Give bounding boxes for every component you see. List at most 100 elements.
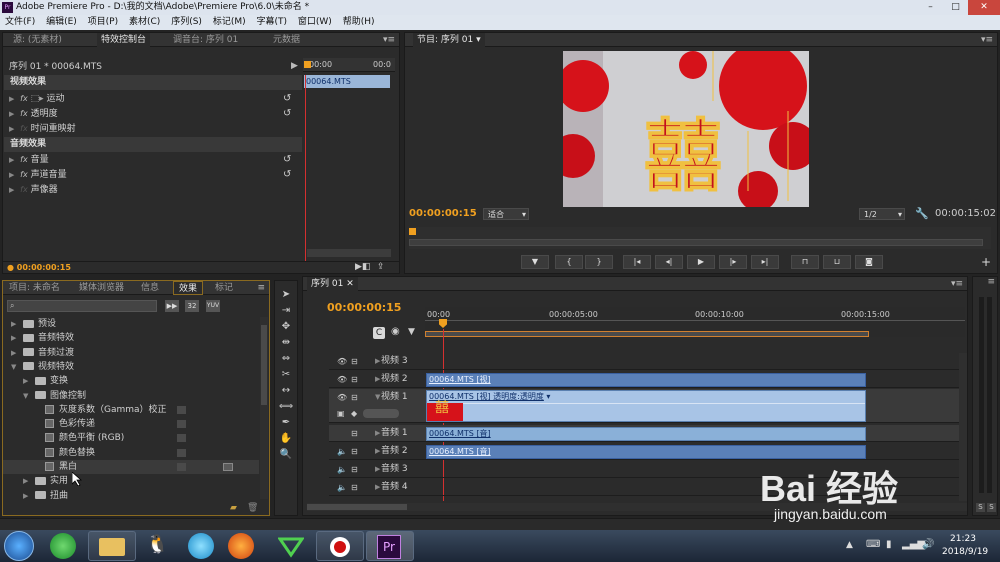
display-style-icon[interactable]: ▣ <box>337 409 346 418</box>
eye-icon[interactable]: 👁 <box>337 375 347 384</box>
clock-time[interactable]: 21:23 <box>950 534 976 544</box>
tab-metadata[interactable]: 元数据 <box>273 33 300 47</box>
firefox-icon[interactable] <box>228 533 254 559</box>
accelerated-icon[interactable]: ▶▶ <box>165 300 179 312</box>
program-timecode[interactable]: 00:00:00:15 <box>409 208 477 219</box>
start-button[interactable] <box>4 531 34 561</box>
menu-help[interactable]: 帮助(H) <box>343 17 375 27</box>
expand-arrow-icon[interactable]: ▶ <box>375 357 380 365</box>
qq-icon[interactable]: 🐧 <box>142 533 168 559</box>
effects-folder[interactable]: ▶ 预设 <box>3 317 259 331</box>
export-frame-button[interactable]: ◙ <box>855 255 883 269</box>
eye-icon[interactable]: 👁 <box>337 393 347 402</box>
fx-icon[interactable]: fx <box>20 155 28 164</box>
fx-icon[interactable]: fx <box>20 109 28 118</box>
hand-tool-icon[interactable]: ✋ <box>278 431 294 446</box>
timeline-h-scrollbar-thumb[interactable] <box>307 504 407 510</box>
lock-icon[interactable]: ⊟ <box>351 429 360 438</box>
close-button[interactable]: ✕ <box>968 0 1000 15</box>
rolling-edit-tool-icon[interactable]: ⇹ <box>278 335 294 350</box>
menu-marker[interactable]: 标记(M) <box>213 17 246 27</box>
lock-icon[interactable]: ⊟ <box>351 393 360 402</box>
maximize-button[interactable]: □ <box>943 0 968 15</box>
lift-button[interactable]: ⊓ <box>791 255 819 269</box>
expand-arrow-icon[interactable]: ▶ <box>9 156 14 164</box>
tab-project[interactable]: 项目: 未命名 <box>9 281 60 295</box>
lock-icon[interactable]: ⊟ <box>351 357 360 366</box>
battery-icon[interactable]: ▮ <box>886 539 892 550</box>
program-zoom-bar[interactable] <box>409 239 983 246</box>
expand-arrow-icon[interactable]: ▶ <box>9 110 14 118</box>
eye-icon[interactable]: 👁 <box>337 357 347 366</box>
clip-audio-1[interactable]: 00064.MTS [音] <box>426 427 866 441</box>
mark-in-button[interactable]: { <box>555 255 583 269</box>
timeline-ruler[interactable]: 00:00 00:00:05:00 00:00:10:00 00:00:15:0… <box>425 307 965 337</box>
panel-menu-icon[interactable]: ▾≡ <box>383 33 395 47</box>
mark-out-button[interactable]: } <box>585 255 613 269</box>
effects-folder[interactable]: ▶ 变换 <box>3 374 259 388</box>
export-icon[interactable]: ⇪ <box>377 262 385 272</box>
zoom-tool-icon[interactable]: 🔍 <box>278 447 294 462</box>
app-tri-icon[interactable] <box>277 533 305 559</box>
expand-arrow-icon[interactable]: ▶ <box>375 465 380 473</box>
keyframe-icon[interactable]: ◆ <box>351 409 360 418</box>
fx-icon[interactable]: fx <box>20 94 28 103</box>
effect-volume[interactable]: ▶ fx 音量 ↺ <box>9 152 299 167</box>
speaker-icon[interactable]: 🔈 <box>337 465 347 474</box>
panel-menu-icon[interactable]: ≡ <box>257 281 265 295</box>
speaker-icon[interactable]: 🔈 <box>337 483 347 492</box>
effect-preset[interactable]: 颜色平衡 (RGB) <box>3 431 259 445</box>
effect-time-remap[interactable]: ▶ fx 时间重映射 <box>9 121 299 136</box>
keyboard-icon[interactable]: ⌨ <box>866 539 880 550</box>
ec-ruler[interactable]: 00:00 00:0 <box>303 58 395 72</box>
slide-tool-icon[interactable]: ⟺ <box>278 399 294 414</box>
app-icon[interactable] <box>188 533 214 559</box>
menu-window[interactable]: 窗口(W) <box>298 17 332 27</box>
lock-icon[interactable]: ⊟ <box>351 375 360 384</box>
clock-date[interactable]: 2018/9/19 <box>942 547 988 557</box>
effects-folder[interactable]: ▼ 视频特效 <box>3 360 259 374</box>
effects-folder[interactable]: ▶ 音频过渡 <box>3 346 259 360</box>
reset-icon[interactable]: ↺ <box>283 106 291 121</box>
tray-arrow-icon[interactable]: ▲ <box>846 540 853 550</box>
add-marker-icon[interactable]: ▼ <box>408 327 415 337</box>
menu-title[interactable]: 字幕(T) <box>256 17 287 27</box>
fit-select[interactable]: 适合 ▾ <box>483 208 529 220</box>
step-back-button[interactable]: ◂| <box>655 255 683 269</box>
effects-folder[interactable]: ▶ 实用 <box>3 474 259 488</box>
speaker-icon[interactable]: 🔈 <box>337 447 347 456</box>
extract-button[interactable]: ⊔ <box>823 255 851 269</box>
tab-audio-mixer[interactable]: 调音台: 序列 01 <box>173 33 238 47</box>
ripple-edit-tool-icon[interactable]: ✥ <box>278 319 294 334</box>
record-taskbar-button[interactable] <box>316 531 364 561</box>
tab-effects[interactable]: 效果 <box>173 281 204 295</box>
lock-icon[interactable]: ⊟ <box>351 447 360 456</box>
reset-icon[interactable]: ↺ <box>283 167 291 182</box>
menu-sequence[interactable]: 序列(S) <box>171 17 202 27</box>
expand-arrow-icon[interactable]: ▶ <box>375 429 380 437</box>
expand-arrow-icon[interactable]: ▶ <box>9 95 14 103</box>
lock-icon[interactable]: ⊟ <box>351 483 360 492</box>
ec-playhead-icon[interactable] <box>304 61 311 68</box>
keyframe-nav[interactable] <box>363 409 399 418</box>
expand-arrow-icon[interactable]: ▶ <box>375 447 380 455</box>
tab-markers[interactable]: 标记 <box>215 281 233 295</box>
fx-icon[interactable]: fx <box>20 170 28 179</box>
effect-preset[interactable]: 黑白 <box>3 460 259 474</box>
effect-motion[interactable]: ▶ fx ⬚▸ 运动 ↺ <box>9 91 299 106</box>
rate-stretch-tool-icon[interactable]: ⇔ <box>278 351 294 366</box>
effects-search-input[interactable]: ⌕ <box>7 300 157 312</box>
menu-project[interactable]: 项目(P) <box>88 17 118 27</box>
effects-scrollbar-thumb[interactable] <box>261 325 267 405</box>
reset-icon[interactable]: ↺ <box>283 91 291 106</box>
menu-clip[interactable]: 素材(C) <box>129 17 160 27</box>
clip-video-2[interactable]: 00064.MTS [视] <box>426 373 866 387</box>
effect-preset[interactable]: 色彩传递 <box>3 417 259 431</box>
program-playhead-icon[interactable] <box>409 228 416 235</box>
program-scrubber[interactable] <box>409 227 991 249</box>
play-button[interactable]: ▶ <box>687 255 715 269</box>
effect-preset[interactable]: 颜色替换 <box>3 446 259 460</box>
collapse-arrow-icon[interactable]: ▼ <box>11 360 16 374</box>
go-to-in-button[interactable]: |◂ <box>623 255 651 269</box>
menu-edit[interactable]: 编辑(E) <box>46 17 77 27</box>
